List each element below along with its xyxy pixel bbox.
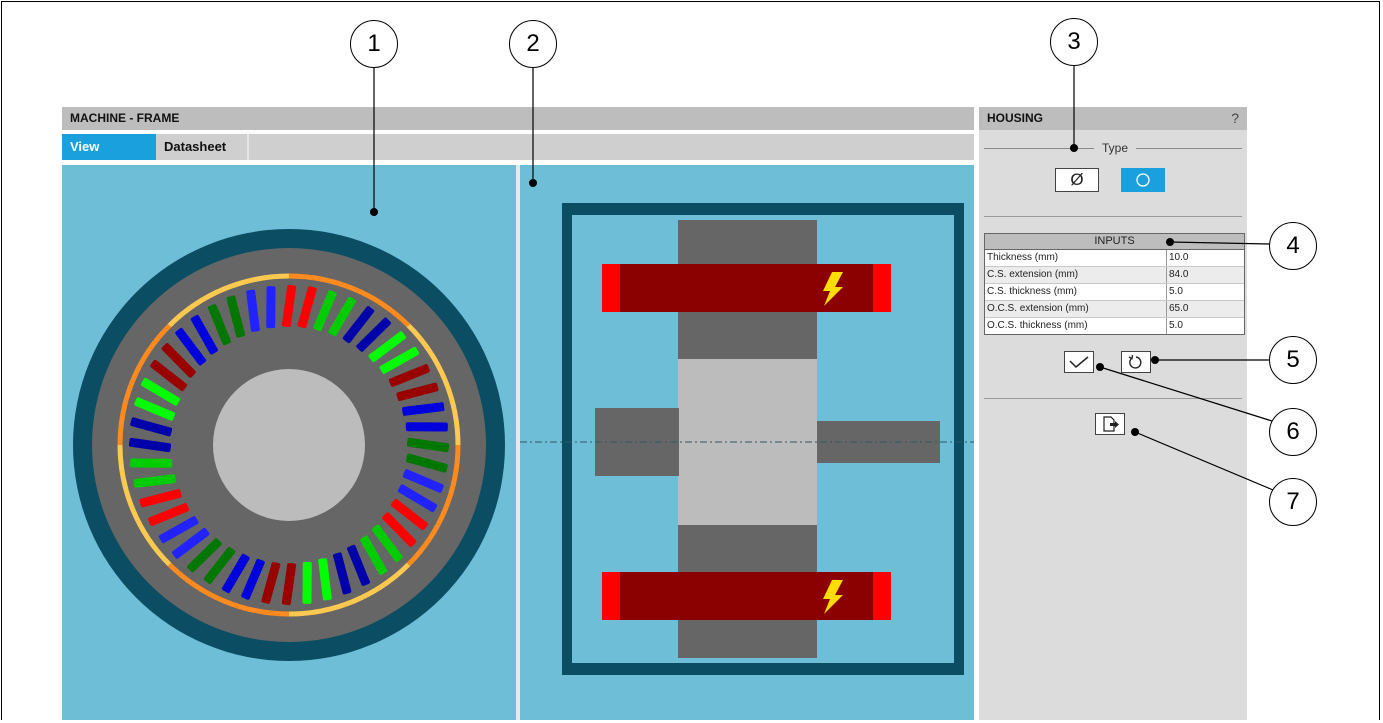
separator-top bbox=[984, 216, 1242, 217]
type-label: Type bbox=[1101, 141, 1128, 155]
table-row: C.S. thickness (mm) 5.0 bbox=[985, 284, 1244, 301]
cs-extension-field[interactable]: 84.0 bbox=[1167, 267, 1244, 283]
type-circle-button[interactable] bbox=[1121, 168, 1165, 192]
slashed-circle-icon: Ø bbox=[1070, 170, 1084, 189]
winding-end-left-bottom bbox=[602, 572, 620, 620]
winding-end-right-top bbox=[873, 264, 891, 312]
winding-slot bbox=[130, 458, 173, 468]
check-icon bbox=[1069, 356, 1089, 369]
radial-cross-section bbox=[73, 229, 505, 661]
type-slashed-circle-button[interactable]: Ø bbox=[1055, 168, 1099, 192]
callout-3: 3 bbox=[1050, 18, 1098, 66]
table-row: Thickness (mm) 10.0 bbox=[985, 250, 1244, 267]
callout-6: 6 bbox=[1269, 408, 1317, 456]
winding-end-left-top bbox=[602, 264, 620, 312]
input-label: C.S. thickness (mm) bbox=[985, 284, 1167, 300]
type-divider: Type bbox=[984, 141, 1242, 155]
inputs-table: INPUTS Thickness (mm) 10.0 C.S. extensio… bbox=[984, 233, 1245, 335]
apply-button[interactable] bbox=[1064, 351, 1094, 373]
input-label: C.S. extension (mm) bbox=[985, 267, 1167, 283]
separator-bottom bbox=[984, 398, 1242, 399]
type-line-right bbox=[1136, 148, 1242, 149]
winding-top bbox=[602, 264, 891, 312]
callout-2: 2 bbox=[509, 20, 557, 68]
winding-slot bbox=[266, 286, 276, 329]
axial-cross-section bbox=[520, 203, 974, 675]
export-icon bbox=[1103, 416, 1119, 432]
thickness-field[interactable]: 10.0 bbox=[1167, 250, 1244, 266]
input-label: O.C.S. extension (mm) bbox=[985, 301, 1167, 317]
winding-end-right-bottom bbox=[873, 572, 891, 620]
input-label: Thickness (mm) bbox=[985, 250, 1167, 266]
reset-icon bbox=[1128, 354, 1142, 369]
input-label: O.C.S. thickness (mm) bbox=[985, 318, 1167, 334]
ocs-extension-field[interactable]: 65.0 bbox=[1167, 301, 1244, 317]
type-line-left bbox=[984, 148, 1094, 149]
callout-1: 1 bbox=[350, 20, 398, 68]
housing-title: HOUSING ? bbox=[979, 107, 1247, 130]
ocs-thickness-field[interactable]: 5.0 bbox=[1167, 318, 1244, 334]
table-row: O.C.S. extension (mm) 65.0 bbox=[985, 301, 1244, 318]
main-title: MACHINE - FRAME bbox=[62, 107, 974, 130]
tab-view[interactable]: View bbox=[62, 134, 156, 160]
winding-bottom bbox=[602, 572, 891, 620]
tab-datasheet[interactable]: Datasheet bbox=[156, 134, 249, 160]
housing-panel: HOUSING ? Type Ø INPUTS Thickness (mm) 1… bbox=[979, 107, 1247, 720]
winding-slot bbox=[302, 561, 312, 604]
table-row: O.C.S. thickness (mm) 5.0 bbox=[985, 318, 1244, 334]
callout-7: 7 bbox=[1269, 478, 1317, 526]
cs-thickness-field[interactable]: 5.0 bbox=[1167, 284, 1244, 300]
axial-view-panel bbox=[520, 165, 974, 720]
callout-5: 5 bbox=[1269, 336, 1317, 384]
circle-icon bbox=[1136, 173, 1150, 187]
inputs-title: INPUTS bbox=[985, 234, 1244, 250]
callout-4: 4 bbox=[1269, 222, 1317, 270]
reset-button[interactable] bbox=[1121, 351, 1151, 373]
shaft bbox=[213, 369, 365, 521]
export-button[interactable] bbox=[1095, 413, 1125, 435]
tab-bar: View Datasheet bbox=[62, 134, 974, 160]
winding-slot bbox=[405, 422, 448, 432]
table-row: C.S. extension (mm) 84.0 bbox=[985, 267, 1244, 284]
housing-title-text: HOUSING bbox=[987, 111, 1044, 125]
radial-view-panel bbox=[62, 165, 516, 720]
help-button[interactable]: ? bbox=[1231, 107, 1239, 130]
